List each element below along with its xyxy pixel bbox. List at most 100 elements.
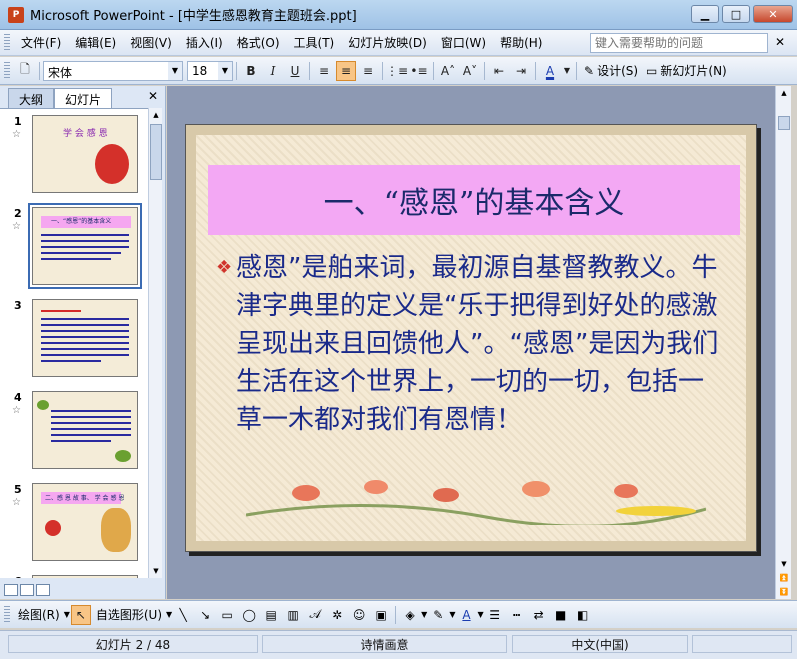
- scroll-down-icon[interactable]: ▼: [778, 557, 790, 571]
- slide-thumbnail-selected[interactable]: 一、“感恩”的基本含义: [28, 203, 142, 289]
- next-slide-icon[interactable]: ⏬: [778, 585, 790, 599]
- scrollbar-thumb[interactable]: [778, 116, 790, 130]
- underline-button[interactable]: U: [285, 61, 305, 81]
- menu-tools[interactable]: 工具(T): [287, 34, 342, 51]
- diagram-icon[interactable]: ✲: [328, 606, 346, 624]
- numbered-list-icon[interactable]: ⋮≡: [386, 61, 408, 81]
- clipart-icon[interactable]: ☺: [350, 606, 368, 624]
- design-icon: ✎: [584, 63, 595, 78]
- draw-menu-button[interactable]: 绘图(R): [14, 606, 64, 623]
- wordart-icon[interactable]: 𝒜: [306, 606, 324, 624]
- chevron-down-icon: ▼: [168, 61, 182, 80]
- fill-color-icon[interactable]: ◈: [401, 606, 419, 624]
- menu-bar: 文件(F) 编辑(E) 视图(V) 插入(I) 格式(O) 工具(T) 幻灯片放…: [0, 30, 797, 56]
- flower-decoration-image: [246, 480, 706, 525]
- current-slide[interactable]: 一、“感恩”的基本含义 ❖ 感恩”是舶来词，最初源自基督教教义。牛津字典里的定义…: [185, 124, 757, 552]
- font-name-select[interactable]: 宋体 ▼: [43, 60, 183, 81]
- close-button[interactable]: ✕: [753, 5, 793, 23]
- document-close-icon[interactable]: ✕: [775, 35, 785, 49]
- line-style-icon[interactable]: ☰: [486, 606, 504, 624]
- dash-style-icon[interactable]: ┅: [508, 606, 526, 624]
- slide-position-status: 幻灯片 2 / 48: [8, 635, 258, 653]
- scroll-down-icon[interactable]: ▼: [150, 564, 162, 578]
- slide-thumbnail[interactable]: 学 会 感 恩: [32, 115, 138, 193]
- line-color-icon[interactable]: ✎: [429, 606, 447, 624]
- menu-window[interactable]: 窗口(W): [434, 34, 493, 51]
- toolbar-grip-icon[interactable]: [4, 605, 10, 624]
- slide-thumbnail[interactable]: [32, 575, 138, 578]
- maximize-button[interactable]: □: [722, 5, 750, 23]
- font-color-icon[interactable]: A: [540, 61, 560, 81]
- 3d-style-icon[interactable]: ◧: [574, 606, 592, 624]
- menu-edit[interactable]: 编辑(E): [68, 34, 123, 51]
- close-icon[interactable]: ✕: [148, 89, 158, 103]
- minimize-button[interactable]: ▁: [691, 5, 719, 23]
- help-search-input[interactable]: [590, 33, 768, 53]
- previous-slide-icon[interactable]: ⏫: [778, 571, 790, 585]
- rectangle-icon[interactable]: ▭: [218, 606, 236, 624]
- chevron-down-icon[interactable]: ▼: [562, 61, 572, 81]
- scrollbar-thumb[interactable]: [150, 124, 162, 180]
- toolbar-grip-icon[interactable]: [4, 61, 10, 80]
- font-size-select[interactable]: 18 ▼: [187, 60, 233, 81]
- autoshapes-button[interactable]: 自选图形(U): [92, 606, 166, 623]
- chevron-down-icon: ▼: [477, 610, 484, 619]
- slide-sorter-view-icon[interactable]: [20, 584, 34, 596]
- bullet-icon: ❖: [216, 257, 233, 278]
- tab-slides[interactable]: 幻灯片: [54, 88, 113, 108]
- transition-icon: ☆: [12, 405, 21, 416]
- slide-thumbnail[interactable]: [32, 391, 138, 469]
- scroll-up-icon[interactable]: ▲: [150, 108, 162, 122]
- menu-help[interactable]: 帮助(H): [493, 34, 549, 51]
- select-pointer-icon[interactable]: ↖: [70, 604, 91, 625]
- tab-outline[interactable]: 大纲: [8, 88, 55, 108]
- chevron-down-icon: ▼: [421, 610, 428, 619]
- menu-insert[interactable]: 插入(I): [179, 34, 230, 51]
- menu-view[interactable]: 视图(V): [123, 34, 179, 51]
- formatting-toolbar: 🗋 宋体 ▼ 18 ▼ B I U ≡ ≡ ≡ ⋮≡ •≡ A˄ A˅ ⇤ ⇥ …: [0, 57, 797, 85]
- transition-icon: ☆: [12, 129, 21, 140]
- thumbnail-scrollbar[interactable]: ▲ ▼: [148, 108, 162, 578]
- textbox-icon[interactable]: ▤: [262, 606, 280, 624]
- bullet-list-icon[interactable]: •≡: [409, 61, 429, 81]
- align-right-icon[interactable]: ≡: [358, 61, 378, 81]
- increase-font-icon[interactable]: A˄: [438, 61, 458, 81]
- slide-scrollbar[interactable]: ▲ ▼ ⏫ ⏬: [775, 86, 791, 599]
- menu-slideshow[interactable]: 幻灯片放映(D): [341, 34, 434, 51]
- slide-thumbnail[interactable]: 二、感 恩 故 事、 学 会 感 恩: [32, 483, 138, 561]
- line-icon[interactable]: ╲: [174, 606, 192, 624]
- scroll-up-icon[interactable]: ▲: [778, 86, 790, 100]
- bold-button[interactable]: B: [241, 61, 261, 81]
- oval-icon[interactable]: ◯: [240, 606, 258, 624]
- shadow-style-icon[interactable]: ■: [552, 606, 570, 624]
- decrease-font-icon[interactable]: A˅: [460, 61, 480, 81]
- slide-thumbnail[interactable]: [32, 299, 138, 377]
- menu-file[interactable]: 文件(F): [14, 34, 68, 51]
- toolbar-grip-icon[interactable]: [4, 33, 10, 52]
- slide-title[interactable]: 一、“感恩”的基本含义: [208, 165, 740, 235]
- decrease-indent-icon[interactable]: ⇤: [489, 61, 509, 81]
- arrow-style-icon[interactable]: ⇄: [530, 606, 548, 624]
- design-button[interactable]: ✎ 设计(S): [580, 62, 642, 79]
- menu-format[interactable]: 格式(O): [230, 34, 287, 51]
- picture-icon[interactable]: ▣: [372, 606, 390, 624]
- align-left-icon[interactable]: ≡: [314, 61, 334, 81]
- font-color-icon[interactable]: A: [457, 606, 475, 624]
- increase-indent-icon[interactable]: ⇥: [511, 61, 531, 81]
- slides-pane: 大纲 幻灯片 ✕ 1 ☆ 学 会 感 恩 2 ☆ 一、“感恩”的基本含义 3 4…: [0, 86, 166, 599]
- chevron-down-icon: ▼: [449, 610, 456, 619]
- powerpoint-icon: P: [8, 6, 24, 23]
- vertical-textbox-icon[interactable]: ▥: [284, 606, 302, 624]
- slideshow-view-icon[interactable]: [36, 584, 50, 596]
- normal-view-icon[interactable]: [4, 584, 18, 596]
- language-status: 中文(中国): [512, 635, 688, 653]
- arrow-icon[interactable]: ↘: [196, 606, 214, 624]
- new-document-icon[interactable]: 🗋: [15, 61, 35, 81]
- chevron-down-icon: ▼: [166, 610, 173, 619]
- transition-icon: ☆: [12, 497, 21, 508]
- align-center-icon[interactable]: ≡: [336, 60, 356, 81]
- new-slide-button[interactable]: ▭ 新幻灯片(N): [642, 62, 731, 79]
- status-empty-cell: [692, 635, 792, 653]
- italic-button[interactable]: I: [263, 61, 283, 81]
- slide-body-text[interactable]: ❖ 感恩”是舶来词，最初源自基督教教义。牛津字典里的定义是“乐于把得到好处的感激…: [216, 249, 728, 439]
